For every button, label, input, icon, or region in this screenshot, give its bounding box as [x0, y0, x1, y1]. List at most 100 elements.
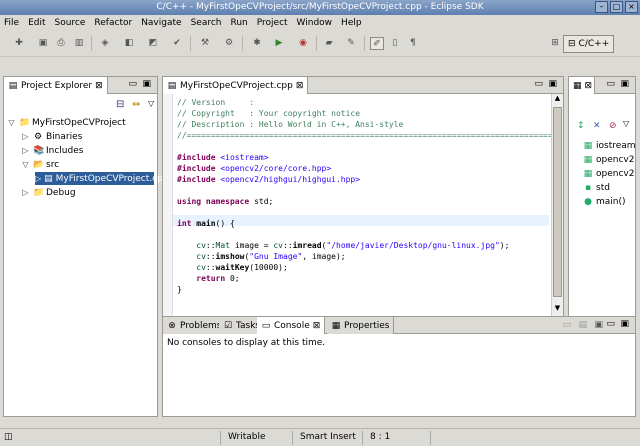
- code-line: #include <opencv2/core/core.hpp>: [177, 163, 331, 174]
- tree-item[interactable]: ▽ 📁 MyFirstOpeCVProject: [7, 116, 125, 129]
- tree-item[interactable]: ▷ 📚 Includes: [21, 144, 83, 157]
- new-icon[interactable]: ✚: [12, 37, 26, 50]
- outline-item[interactable]: ▦ opencv2: [583, 153, 635, 166]
- hide-static-icon[interactable]: ⊘: [609, 121, 617, 131]
- close-icon[interactable]: ⊠: [313, 321, 321, 331]
- tree-item[interactable]: ▷ ▤ MyFirstOpeCVProject.cpp: [35, 172, 169, 185]
- sort-icon[interactable]: ↕: [577, 121, 585, 131]
- editor-scrollbar[interactable]: ▲ ▼: [551, 94, 563, 316]
- minimize-button[interactable]: –: [595, 1, 608, 13]
- outline-item[interactable]: ▪ std: [583, 181, 610, 194]
- pin-console-icon[interactable]: ▤: [578, 320, 587, 330]
- tab-problems[interactable]: ⊗ Problems: [163, 317, 227, 334]
- link-editor-icon[interactable]: ⇔: [132, 99, 140, 110]
- new-header-icon[interactable]: ◩: [146, 37, 160, 50]
- hammer-icon[interactable]: ⚒: [198, 37, 212, 50]
- tab-editor-file[interactable]: ▤ MyFirstOpeCVProject.cpp ⊠: [163, 77, 309, 94]
- menu-project[interactable]: Project: [257, 18, 288, 28]
- code-token: main: [191, 219, 216, 228]
- maximize-view-icon[interactable]: ▣: [620, 79, 629, 89]
- settings-icon[interactable]: ⚙: [222, 37, 236, 50]
- open-console-icon[interactable]: ▣: [594, 320, 603, 330]
- pilcrow-icon[interactable]: ¶: [406, 37, 420, 50]
- external-tools-icon[interactable]: ◉: [296, 37, 310, 50]
- wand-icon[interactable]: ✎: [344, 37, 358, 50]
- code-token: }: [177, 285, 182, 294]
- maximize-button[interactable]: □: [610, 1, 623, 13]
- twisty-icon[interactable]: ▽: [7, 118, 16, 127]
- tree-item[interactable]: ▷ 📁 Debug: [21, 186, 75, 199]
- menu-edit[interactable]: Edit: [28, 18, 45, 28]
- tab-outline[interactable]: ▦ ⊠: [569, 77, 595, 94]
- tree-item-label: src: [46, 159, 60, 170]
- menu-window[interactable]: Window: [297, 18, 333, 28]
- tree-item[interactable]: ▽ 📂 src: [21, 158, 59, 171]
- maximize-view-icon[interactable]: ▣: [548, 79, 557, 89]
- code-token: image =: [230, 241, 274, 250]
- tree-item[interactable]: ▷ ⚙ Binaries: [21, 130, 82, 143]
- code-line: // Description : Hello World in C++, Ans…: [177, 119, 403, 130]
- perspective-switch[interactable]: ⊟ C/C++: [563, 35, 615, 53]
- close-icon[interactable]: ⊠: [585, 81, 593, 91]
- scroll-down-icon[interactable]: ▼: [553, 304, 562, 316]
- menu-navigate[interactable]: Navigate: [141, 18, 181, 28]
- scroll-up-icon[interactable]: ▲: [553, 94, 562, 106]
- code-token: cv: [196, 263, 206, 272]
- outline-item[interactable]: ● main(): [583, 195, 625, 208]
- code-token: <opencv2/highgui/highgui.hpp>: [220, 175, 361, 184]
- close-icon[interactable]: ⊠: [296, 81, 304, 91]
- twisty-icon[interactable]: ▷: [21, 146, 30, 155]
- highlight-icon[interactable]: ✐: [370, 37, 384, 50]
- new-source-icon[interactable]: ◧: [122, 37, 136, 50]
- open-perspective-icon[interactable]: ⊞: [548, 37, 562, 50]
- twisty-icon[interactable]: ▷: [35, 174, 41, 183]
- menu-help[interactable]: Help: [341, 18, 362, 28]
- maximize-view-icon[interactable]: ▣: [620, 319, 629, 329]
- new-class-icon[interactable]: ◈: [98, 37, 112, 50]
- build-icon[interactable]: ▥: [72, 37, 86, 50]
- minimize-view-icon[interactable]: ▭: [128, 79, 137, 89]
- block-icon[interactable]: ▯: [388, 37, 402, 50]
- check-icon[interactable]: ✔: [170, 37, 184, 50]
- maximize-view-icon[interactable]: ▣: [142, 79, 151, 89]
- outline-item[interactable]: ▦ iostream: [583, 139, 636, 152]
- cursor-position: 8 : 1: [370, 432, 391, 442]
- open-folder-icon[interactable]: ▰: [322, 37, 336, 50]
- clear-console-icon[interactable]: ▭: [562, 320, 571, 330]
- print-icon[interactable]: ⎙: [54, 37, 68, 50]
- node-icon: ⚙: [33, 131, 43, 142]
- hide-fields-icon[interactable]: ✕: [593, 121, 601, 131]
- minimize-view-icon[interactable]: ▭: [534, 79, 543, 89]
- outline-item[interactable]: ▦ opencv2: [583, 167, 635, 180]
- collapse-all-icon[interactable]: ⊟: [116, 99, 124, 110]
- properties-icon: ▦: [331, 320, 341, 331]
- save-icon[interactable]: ▣: [36, 37, 50, 50]
- fast-view-icon[interactable]: ◫: [4, 432, 13, 442]
- minimize-view-icon[interactable]: ▭: [606, 79, 615, 89]
- scroll-thumb[interactable]: [553, 107, 562, 297]
- menu-run[interactable]: Run: [230, 18, 247, 28]
- title-bar[interactable]: C/C++ - MyFirstOpeCVProject/src/MyFirstO…: [0, 0, 640, 15]
- minimize-view-icon[interactable]: ▭: [606, 319, 615, 329]
- tree-item-label: Binaries: [46, 131, 83, 142]
- menu-file[interactable]: File: [4, 18, 19, 28]
- debug-icon[interactable]: ✱: [250, 37, 264, 50]
- twisty-icon[interactable]: ▷: [21, 188, 30, 197]
- run-icon[interactable]: ▶: [272, 37, 286, 50]
- menu-source[interactable]: Source: [55, 18, 86, 28]
- tree-item-label: MyFirstOpeCVProject.cpp: [55, 173, 169, 184]
- tab-console[interactable]: ▭ Console ⊠: [257, 317, 326, 334]
- main-toolbar: ✚ ▣ ⎙ ▥ ◈ ◧ ◩ ✔ ⚒ ⚙ ✱ ▶ ◉ ▰ ✎ ✐ ▯ ¶ ⊞ ⊟ C…: [0, 31, 640, 57]
- tab-properties[interactable]: ▦ Properties: [327, 317, 395, 334]
- menu-refactor[interactable]: Refactor: [94, 18, 132, 28]
- close-button[interactable]: ×: [625, 1, 638, 13]
- view-menu-icon[interactable]: ▽: [623, 119, 629, 128]
- twisty-icon[interactable]: ▷: [21, 132, 30, 141]
- window-title: C/C++ - MyFirstOpeCVProject/src/MyFirstO…: [156, 2, 484, 12]
- close-icon[interactable]: ⊠: [95, 81, 103, 91]
- view-menu-icon[interactable]: ▽: [148, 99, 154, 108]
- menu-search[interactable]: Search: [191, 18, 222, 28]
- tab-project-explorer[interactable]: ▤ Project Explorer ⊠: [4, 77, 108, 94]
- code-token: , image);: [302, 252, 346, 261]
- twisty-icon[interactable]: ▽: [21, 160, 30, 169]
